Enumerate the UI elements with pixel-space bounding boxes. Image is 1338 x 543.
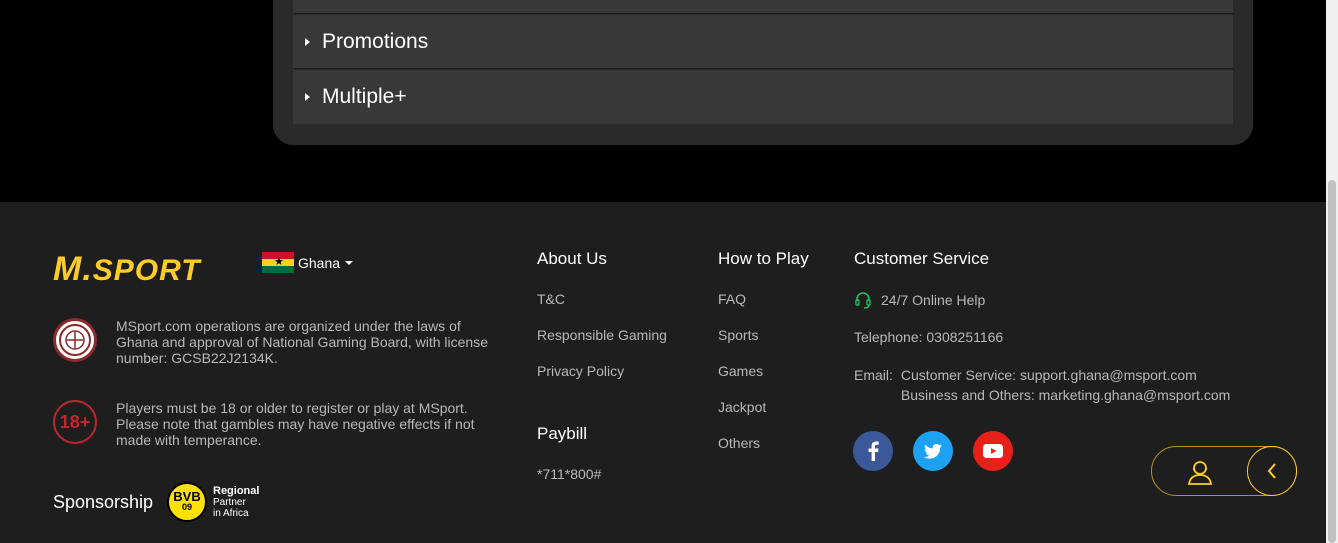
chevron-left-icon [1267,463,1276,479]
facebook-icon[interactable] [853,431,893,471]
page-scrollbar[interactable] [1326,0,1338,543]
link-games[interactable]: Games [718,363,809,379]
sections-panel: Promotions Multiple+ [273,0,1253,145]
license-text: MSport.com operations are organized unde… [116,318,488,366]
link-sports[interactable]: Sports [718,327,809,343]
bvb-crest-text: BVB [173,489,201,504]
online-help-label: 24/7 Online Help [881,292,986,308]
age-restriction-badge: 18+ [53,400,97,444]
country-selector[interactable]: ★ Ghana [262,252,354,273]
sponsorship-label: Sponsorship [53,492,154,512]
age-notice: 18+ Players must be 18 or older to regis… [53,400,506,448]
telephone: Telephone: 0308251166 [854,329,1004,345]
accordion-label: Multiple+ [322,85,407,108]
about-us-column: About Us T&C Responsible Gaming Privacy … [537,249,667,399]
scrollbar-thumb[interactable] [1328,180,1336,543]
logo-text: SPORT [92,254,201,287]
paybill-title: Paybill [537,424,588,443]
country-label: Ghana [298,254,341,271]
how-to-play-column: How to Play FAQ Sports Games Jackpot Oth… [718,249,809,471]
customer-service-column: Customer Service 24/7 Online Help Teleph… [854,249,1230,405]
about-us-title: About Us [537,249,607,268]
floating-support-widget[interactable] [1151,446,1297,496]
online-help-link[interactable]: 24/7 Online Help [854,291,1230,309]
sponsor-line-3: in Africa [213,507,249,519]
bvb-crest-number: 09 [181,502,192,512]
link-jackpot[interactable]: Jackpot [718,399,809,415]
caret-right-icon [305,93,310,101]
email-business[interactable]: Business and Others: marketing.ghana@msp… [901,385,1230,405]
accordion-item-promotions[interactable]: Promotions [293,15,1233,69]
email-label: Email: [854,367,893,383]
caret-right-icon [305,37,310,46]
twitter-icon[interactable] [913,431,953,471]
logo-m: M. [53,250,93,288]
user-support-icon[interactable] [1186,458,1214,486]
headset-icon [855,292,871,309]
link-responsible-gaming[interactable]: Responsible Gaming [537,327,667,343]
sponsor-line-2: Partner [213,496,246,508]
msport-logo[interactable]: M.SPORT [53,250,201,289]
ghana-flag-icon: ★ [262,252,294,273]
link-privacy-policy[interactable]: Privacy Policy [537,363,667,379]
email-block: Email: Customer Service: support.ghana@m… [854,365,1230,405]
paybill-code: *711*800# [537,466,602,482]
youtube-icon[interactable] [973,431,1013,471]
customer-service-title: Customer Service [854,249,990,268]
collapse-button[interactable] [1247,446,1297,496]
accordion-label: Promotions [322,29,429,53]
bvb-crest-icon: BVB 09 [167,482,207,522]
footer: M.SPORT ★ Ghana MSport.com operations ar… [0,202,1326,543]
link-terms[interactable]: T&C [537,291,667,307]
accordion-item-multiple[interactable]: Multiple+ [293,70,1233,124]
license-notice: MSport.com operations are organized unde… [53,318,506,366]
social-links [853,431,1033,471]
accordion-item-previous[interactable] [293,0,1233,14]
link-others[interactable]: Others [718,435,809,451]
gaming-board-seal-icon [53,318,97,362]
age-text: Players must be 18 or older to register … [116,400,475,448]
bvb-sponsor-logo: BVB 09 Regional Partner in Africa [167,482,259,522]
sponsor-line-1: Regional [213,484,260,497]
caret-down-icon [345,260,354,265]
link-faq[interactable]: FAQ [718,291,809,307]
how-to-play-title: How to Play [718,249,809,268]
email-customer-service[interactable]: Customer Service: support.ghana@msport.c… [901,365,1230,385]
